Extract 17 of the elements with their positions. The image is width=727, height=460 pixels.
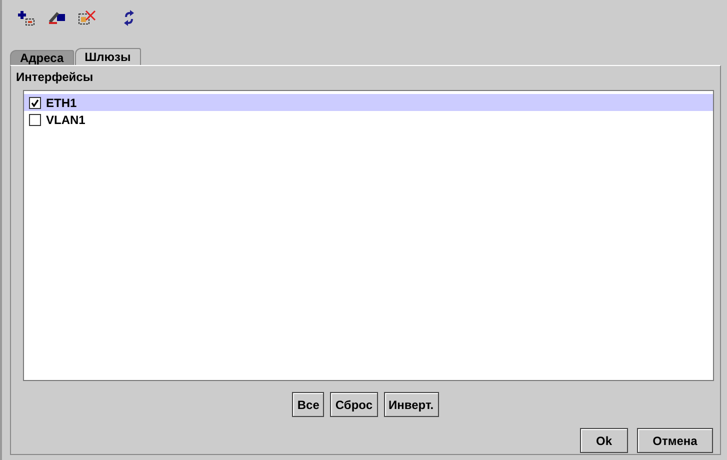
cancel-button[interactable]: Отмена bbox=[637, 428, 713, 453]
list-item[interactable]: ETH1 bbox=[46, 96, 77, 110]
checkbox[interactable] bbox=[29, 96, 41, 108]
list-row[interactable]: ETH1 bbox=[24, 94, 713, 111]
checkbox[interactable] bbox=[29, 114, 41, 126]
list-action-button[interactable]: Сброс bbox=[330, 392, 378, 417]
refresh-icon bbox=[123, 10, 135, 26]
tab[interactable]: Шлюзы bbox=[74, 48, 141, 65]
list-item[interactable]: VLAN1 bbox=[46, 112, 86, 126]
list-action-button[interactable]: Инверт. bbox=[384, 392, 439, 417]
ok-button[interactable]: Ok bbox=[580, 428, 628, 453]
group-title: Интерфейсы bbox=[16, 70, 94, 86]
list-action-button[interactable]: Все bbox=[292, 392, 324, 417]
edit-icon bbox=[48, 10, 66, 26]
add-icon bbox=[18, 10, 36, 26]
delete-icon bbox=[78, 10, 96, 26]
tab[interactable]: Адреса bbox=[10, 50, 74, 65]
